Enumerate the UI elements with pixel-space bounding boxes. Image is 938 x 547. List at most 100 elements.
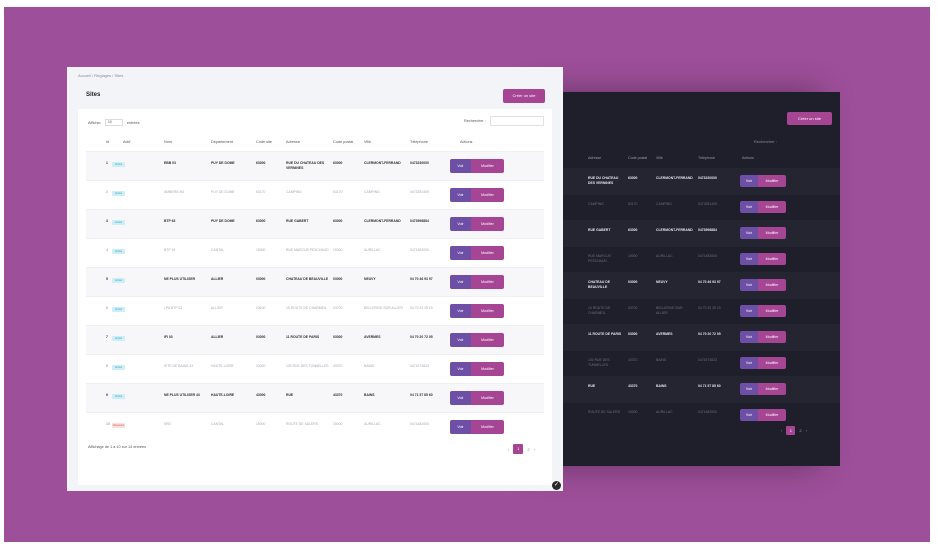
cell-cp: 15000 bbox=[333, 248, 343, 252]
dark-view-button[interactable]: Voir bbox=[740, 201, 758, 213]
view-button[interactable]: Voir bbox=[450, 246, 471, 260]
page-length-select[interactable]: 10 bbox=[104, 119, 123, 126]
table-row: 8 Activé SITE DE BAINS 43 HAUTE-LOIRE 43000 1… bbox=[86, 354, 544, 383]
view-button[interactable]: Voir bbox=[450, 333, 471, 347]
dark-col-adresse[interactable]: Adresse bbox=[588, 156, 601, 160]
view-button[interactable]: Voir bbox=[450, 275, 471, 289]
edit-button[interactable]: Modifier bbox=[471, 246, 504, 260]
view-button[interactable]: Voir bbox=[450, 188, 471, 202]
search-input[interactable] bbox=[490, 116, 544, 126]
dark-view-button[interactable]: Voir bbox=[740, 383, 758, 395]
cell-dept: HAUTE-LOIRE bbox=[211, 364, 234, 368]
dark-view-button[interactable]: Voir bbox=[740, 253, 758, 265]
row-actions: Voir Modifier bbox=[450, 391, 504, 405]
dark-row-actions: Voir Modifier bbox=[740, 175, 786, 187]
view-button[interactable]: Voir bbox=[450, 420, 471, 434]
dark-edit-button[interactable]: Modifier bbox=[758, 305, 786, 317]
dark-view-button[interactable]: Voir bbox=[740, 279, 758, 291]
dark-view-button[interactable]: Voir bbox=[740, 305, 758, 317]
cell-adresse: 11 ROUTE DE PARIS bbox=[286, 335, 320, 339]
edit-button[interactable]: Modifier bbox=[471, 304, 504, 318]
dark-edit-button[interactable]: Modifier bbox=[758, 357, 786, 369]
breadcrumb[interactable]: Accueil / Réglages / Sites bbox=[78, 73, 123, 78]
dark-cell-tel: 04 70 46 93 97 bbox=[698, 280, 721, 284]
dark-prev-page[interactable]: ‹ bbox=[781, 428, 782, 433]
dark-view-button[interactable]: Voir bbox=[740, 331, 758, 343]
view-button[interactable]: Voir bbox=[450, 304, 471, 318]
dark-edit-button[interactable]: Modifier bbox=[758, 227, 786, 239]
col-ville[interactable]: Ville bbox=[364, 140, 371, 144]
dark-cell-cp: 43370 bbox=[628, 358, 638, 362]
dark-col-ville[interactable]: Ville bbox=[656, 156, 663, 160]
cell-tel: 04 70 46 93 97 bbox=[410, 277, 433, 281]
col-code-site[interactable]: Code site bbox=[256, 140, 272, 144]
view-button[interactable]: Voir bbox=[450, 391, 471, 405]
dark-edit-button[interactable]: Modifier bbox=[758, 175, 786, 187]
dark-edit-button[interactable]: Modifier bbox=[758, 201, 786, 213]
create-site-button[interactable]: Créer un site bbox=[503, 89, 545, 103]
col-telephone[interactable]: Téléphone bbox=[410, 140, 428, 144]
edit-button[interactable]: Modifier bbox=[471, 275, 504, 289]
edit-button[interactable]: Modifier bbox=[471, 391, 504, 405]
view-button[interactable]: Voir bbox=[450, 362, 471, 376]
dark-col-code-postal[interactable]: Code postal bbox=[628, 156, 647, 160]
dark-edit-button[interactable]: Modifier bbox=[758, 331, 786, 343]
dark-view-button[interactable]: Voir bbox=[740, 409, 758, 421]
prev-page[interactable]: ‹ bbox=[508, 447, 509, 452]
dark-edit-button[interactable]: Modifier bbox=[758, 383, 786, 395]
theme-toggle-icon[interactable]: ✓ bbox=[552, 481, 561, 490]
dark-cell-adresse: 11 ROUTE DE PARIS bbox=[588, 332, 622, 336]
edit-button[interactable]: Modifier bbox=[471, 217, 504, 231]
cell-code: 15000 bbox=[256, 422, 266, 426]
dark-col-telephone[interactable]: Téléphone bbox=[698, 156, 715, 160]
row-actions: Voir Modifier bbox=[450, 217, 504, 231]
next-page[interactable]: › bbox=[534, 447, 535, 452]
dark-table-row: 11 ROUTE DE PARIS 03000 AVERMES 04 70 20 72… bbox=[548, 324, 840, 351]
table-row: 1 Activé EBB 03 PUY DE DOME 63000 RUE DU CHAT… bbox=[86, 151, 544, 180]
dark-edit-button[interactable]: Modifier bbox=[758, 253, 786, 265]
page-1[interactable]: 1 bbox=[513, 444, 524, 454]
dark-view-button[interactable]: Voir bbox=[740, 175, 758, 187]
dark-edit-button[interactable]: Modifier bbox=[758, 409, 786, 421]
outer-border-right bbox=[930, 0, 938, 547]
dark-cell-ville: CLERMONT-FERRAND bbox=[656, 176, 693, 180]
view-button[interactable]: Voir bbox=[450, 217, 471, 231]
col-id[interactable]: Id bbox=[106, 140, 109, 144]
edit-button[interactable]: Modifier bbox=[471, 362, 504, 376]
edit-button[interactable]: Modifier bbox=[471, 420, 504, 434]
dark-edit-button[interactable]: Modifier bbox=[758, 279, 786, 291]
row-actions: Voir Modifier bbox=[450, 420, 504, 434]
col-code-postal[interactable]: Code postal bbox=[333, 140, 353, 144]
dark-next-page[interactable]: › bbox=[806, 428, 807, 433]
dark-view-button[interactable]: Voir bbox=[740, 227, 758, 239]
edit-button[interactable]: Modifier bbox=[471, 188, 504, 202]
cell-ville: CLERMONT-FERRAND bbox=[364, 161, 401, 165]
dark-view-button[interactable]: Voir bbox=[740, 357, 758, 369]
cell-tel: 0471483000 bbox=[410, 248, 429, 252]
dark-row-actions: Voir Modifier bbox=[740, 331, 786, 343]
view-button[interactable]: Voir bbox=[450, 159, 471, 173]
status-badge: Activé bbox=[112, 365, 125, 370]
row-actions: Voir Modifier bbox=[450, 188, 504, 202]
table-info: Affichage de 1 à 10 sur 14 entrées bbox=[88, 445, 146, 449]
col-actif[interactable]: Actif bbox=[123, 140, 130, 144]
cell-dept: ALLIER bbox=[211, 306, 223, 310]
table-row: 7 Activé IFI 03 ALLIER 03000 11 ROUTE DE PARI… bbox=[86, 325, 544, 354]
dark-page-2[interactable]: 2 bbox=[799, 428, 801, 433]
dark-cell-tel: 0471574823 bbox=[698, 358, 717, 362]
cell-nom: NRC bbox=[164, 422, 172, 426]
edit-button[interactable]: Modifier bbox=[471, 159, 504, 173]
table-row: 6 Activé LPA BTP 03 ALLIER 03100 15 ROUTE DE … bbox=[86, 296, 544, 325]
col-departement[interactable]: Département bbox=[211, 140, 233, 144]
cell-dept: CANTAL bbox=[211, 248, 225, 252]
col-nom[interactable]: Nom bbox=[164, 140, 172, 144]
edit-button[interactable]: Modifier bbox=[471, 333, 504, 347]
table-row: 3 Activé BTP 63 PUY DE DOME 63000 RUE GABERT 6… bbox=[86, 209, 544, 238]
dark-page-1[interactable]: 1 bbox=[786, 426, 796, 435]
dark-create-site-button[interactable]: Créer un site bbox=[787, 112, 832, 125]
col-adresse[interactable]: Adresse bbox=[286, 140, 300, 144]
cell-dept: ALLIER bbox=[211, 335, 224, 339]
status-badge: Activé bbox=[112, 162, 125, 167]
cell-code: 43000 bbox=[256, 364, 266, 368]
page-2[interactable]: 2 bbox=[527, 447, 529, 452]
